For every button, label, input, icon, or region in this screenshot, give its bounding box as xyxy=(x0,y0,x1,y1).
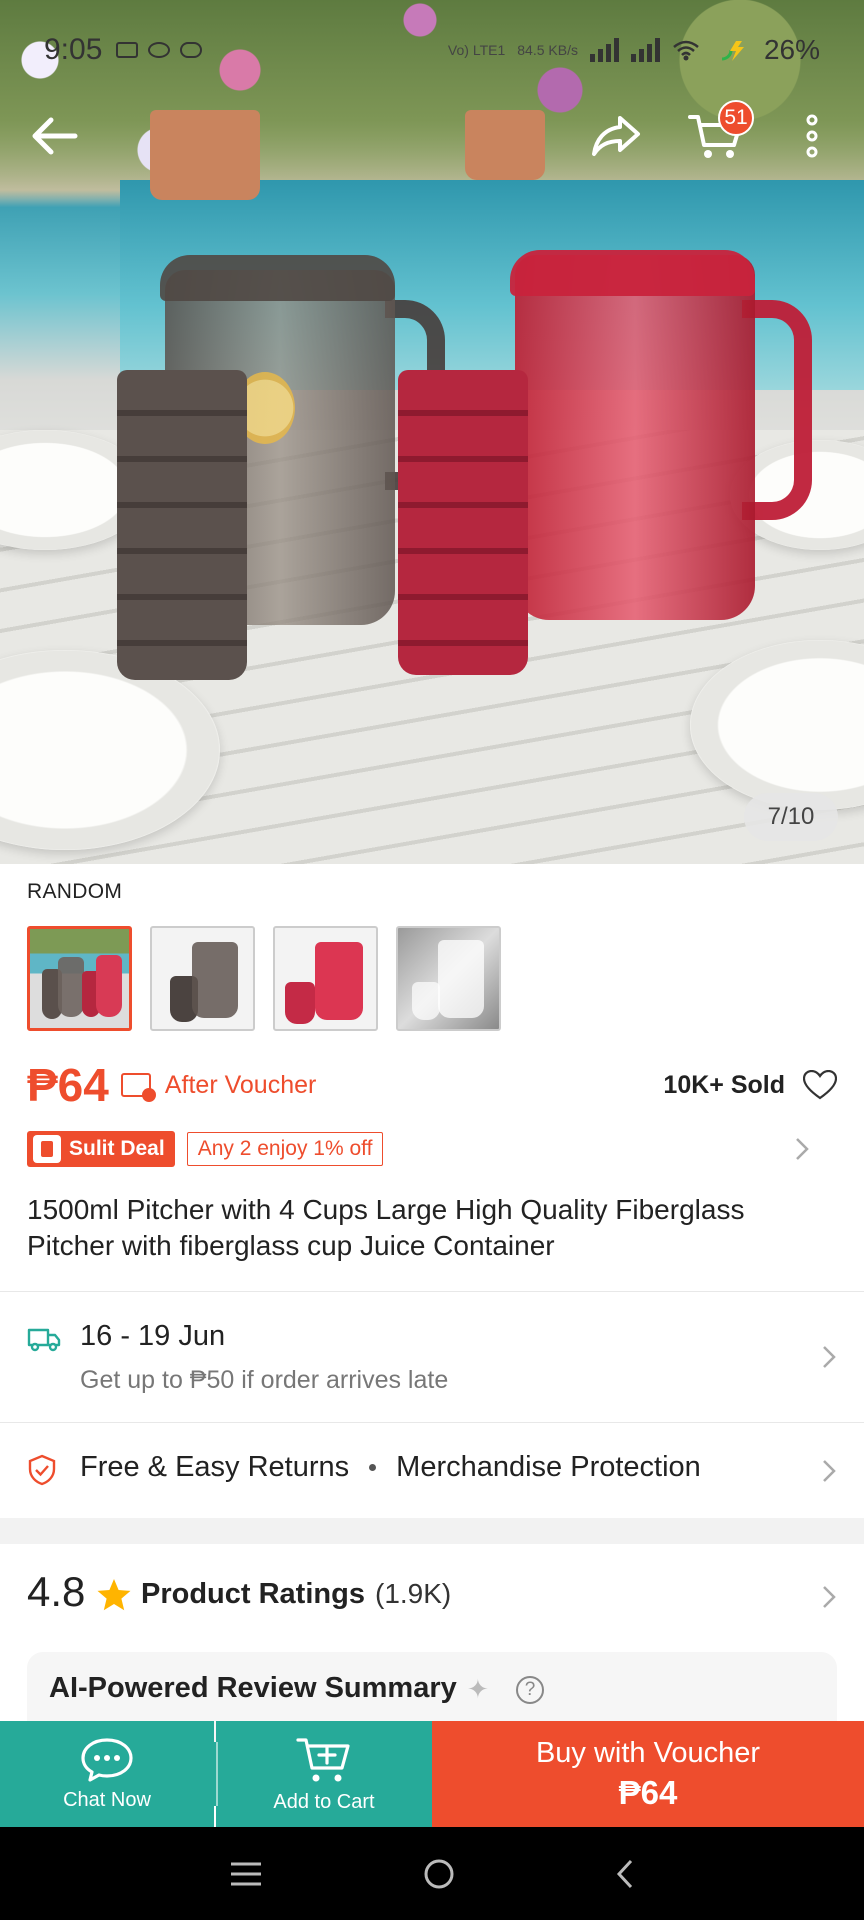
variation-thumb-grey[interactable] xyxy=(150,926,255,1031)
variation-thumb-multicolor[interactable] xyxy=(27,926,132,1031)
free-returns-label: Free & Easy Returns xyxy=(80,1451,350,1483)
ai-review-summary-title: AI-Powered Review Summary xyxy=(49,1672,457,1704)
buy-price: ₱64 xyxy=(618,1773,678,1811)
battery-icon xyxy=(711,39,744,61)
red-cups xyxy=(398,370,528,675)
after-voucher-label: After Voucher xyxy=(164,1070,317,1099)
product-ratings-label: Product Ratings xyxy=(141,1578,365,1610)
shipping-row[interactable]: 16 - 19 Jun Get up to ₱50 if order arriv… xyxy=(0,1292,864,1422)
bottom-action-bar: Chat Now Add to Cart Buy with Voucher ₱6… xyxy=(0,1721,864,1827)
more-vertical-icon xyxy=(806,114,818,158)
signal-icon xyxy=(589,38,619,62)
add-to-cart-button[interactable]: Add to Cart xyxy=(216,1721,432,1827)
thumb-cup-shape xyxy=(285,982,315,1024)
chevron-right-icon xyxy=(796,1138,809,1160)
price-row: ₱64 After Voucher 10K+ Sold xyxy=(27,1050,837,1120)
shipping-date: 16 - 19 Jun xyxy=(80,1320,226,1352)
returns-text: Free & Easy Returns Merchandise Protecti… xyxy=(80,1451,701,1484)
variation-label: RANDOM xyxy=(27,880,123,903)
status-time: 9:05 xyxy=(44,33,103,66)
merchandise-protection-label: Merchandise Protection xyxy=(396,1451,701,1483)
variation-thumbnails xyxy=(27,926,501,1031)
shipping-guarantee-note: Get up to ₱50 if order arrives late xyxy=(80,1366,449,1394)
share-button[interactable] xyxy=(576,96,656,176)
chevron-right-icon xyxy=(823,1346,836,1368)
buy-with-voucher-label: Buy with Voucher xyxy=(535,1736,761,1769)
ratings-row[interactable]: 4.8 Product Ratings (1.9K) xyxy=(0,1544,864,1654)
cart-button[interactable]: 51 xyxy=(676,96,756,176)
thumb-pitcher-shape xyxy=(58,957,84,1017)
system-navigation-bar xyxy=(0,1827,864,1920)
back-button[interactable] xyxy=(14,96,94,176)
thumb-pitcher-shape xyxy=(438,940,484,1018)
section-divider xyxy=(0,1518,864,1544)
buy-with-voucher-button[interactable]: Buy with Voucher ₱64 xyxy=(432,1721,864,1827)
truck-icon xyxy=(27,1328,61,1352)
product-title: 1500ml Pitcher with 4 Cups Large High Qu… xyxy=(27,1194,745,1261)
sulit-deal-badge: Sulit Deal xyxy=(27,1131,175,1167)
add-to-cart-icon xyxy=(296,1737,350,1781)
variation-thumb-red[interactable] xyxy=(273,926,378,1031)
chat-icon xyxy=(81,1737,133,1782)
wifi-icon xyxy=(673,40,699,61)
sparkle-icon: ✦ xyxy=(467,1674,489,1704)
status-notification-icons xyxy=(116,42,203,58)
red-pitcher-lid xyxy=(510,250,755,296)
shield-check-icon xyxy=(28,1454,56,1486)
battery-percent: 26% xyxy=(763,34,820,65)
thumb-pitcher-shape xyxy=(96,955,122,1017)
grey-cups xyxy=(117,370,247,680)
heart-icon[interactable] xyxy=(803,1070,837,1100)
status-bar: 9:05 Vo) LTE1 84.5 KB/s 26% xyxy=(0,0,864,100)
chat-now-label: Chat Now xyxy=(63,1788,151,1811)
price: ₱64 xyxy=(27,1059,109,1111)
back-nav-icon[interactable] xyxy=(615,1858,635,1890)
chat-now-button[interactable]: Chat Now xyxy=(0,1721,214,1827)
ratings-count: (1.9K) xyxy=(375,1578,452,1609)
add-to-cart-label: Add to Cart xyxy=(273,1790,375,1813)
action-separator xyxy=(216,1742,218,1806)
variation-thumb-clear[interactable] xyxy=(396,926,501,1031)
status-network-label: Vo) LTE1 xyxy=(447,42,506,58)
sulit-deal-label: Sulit Deal xyxy=(69,1137,165,1160)
flower-pot xyxy=(150,110,260,200)
thumbs-up-icon xyxy=(33,1135,61,1163)
deal-promo-tag: Any 2 enjoy 1% off xyxy=(186,1132,384,1166)
menu-icon[interactable] xyxy=(229,1861,263,1887)
bullet-separator xyxy=(369,1464,377,1471)
chevron-right-icon xyxy=(823,1460,836,1482)
cart-count-badge: 51 xyxy=(718,100,754,136)
status-speed: 84.5 KB/s xyxy=(517,42,578,58)
thumb-cup-shape xyxy=(412,982,440,1020)
star-icon xyxy=(97,1579,131,1611)
thumb-pitcher-shape xyxy=(192,942,238,1018)
deal-row[interactable]: Sulit Deal Any 2 enjoy 1% off xyxy=(27,1131,837,1167)
chevron-right-icon xyxy=(823,1586,836,1608)
signal-icon xyxy=(630,38,660,62)
home-icon[interactable] xyxy=(422,1857,456,1891)
help-icon[interactable]: ? xyxy=(516,1676,544,1704)
rating-score: 4.8 xyxy=(27,1568,86,1615)
image-counter: 7/10 xyxy=(744,793,838,841)
grey-pitcher-lid xyxy=(160,255,395,301)
sold-count: 10K+ Sold xyxy=(663,1070,785,1099)
arrow-left-icon xyxy=(32,117,78,155)
thumb-pitcher-shape xyxy=(315,942,363,1020)
returns-row[interactable]: Free & Easy Returns Merchandise Protecti… xyxy=(0,1423,864,1517)
flower-pot xyxy=(465,110,545,180)
more-options-button[interactable] xyxy=(772,96,852,176)
share-icon xyxy=(592,116,640,156)
red-pitcher xyxy=(515,255,755,620)
voucher-icon xyxy=(120,1073,156,1102)
